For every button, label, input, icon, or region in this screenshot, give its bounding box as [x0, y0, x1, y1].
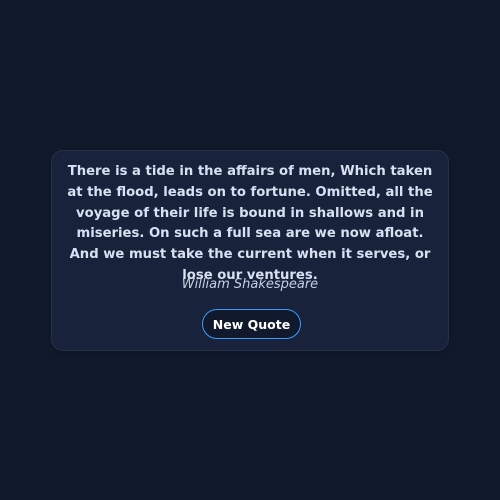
- quote-text: There is a tide in the affairs of men, W…: [67, 164, 433, 283]
- new-quote-button[interactable]: New Quote: [202, 309, 301, 339]
- quote-card: There is a tide in the affairs of men, W…: [51, 150, 449, 351]
- quote-author: William Shakespeare: [181, 277, 319, 292]
